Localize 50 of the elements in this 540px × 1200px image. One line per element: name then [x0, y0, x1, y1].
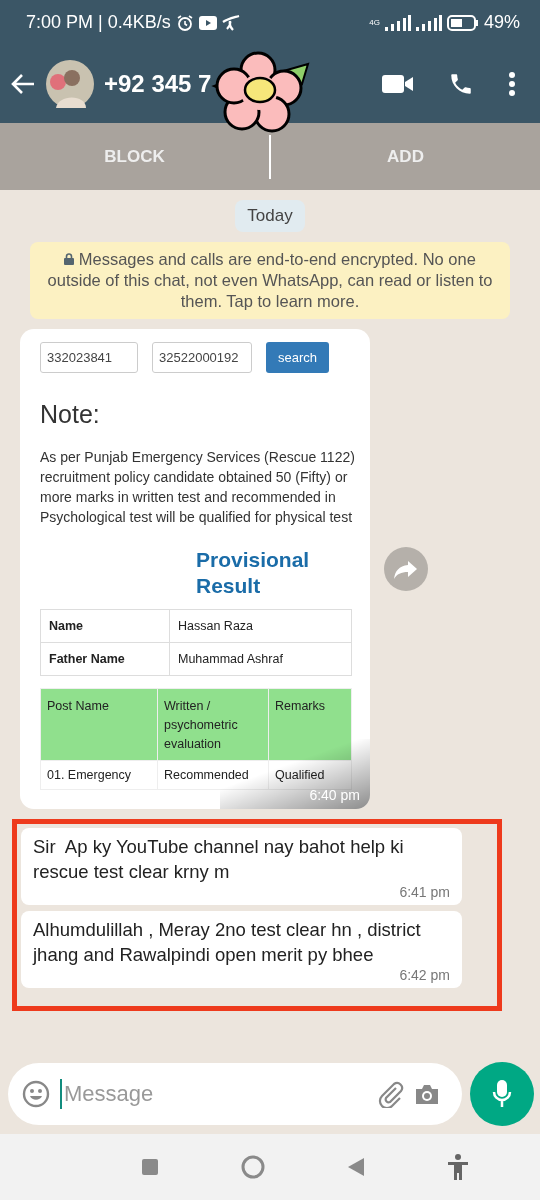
- contact-name[interactable]: +92 345 7: [104, 70, 212, 98]
- message-time: 6:42 pm: [399, 967, 450, 983]
- forward-icon[interactable]: [384, 547, 428, 591]
- carrier-icon: [221, 14, 240, 31]
- alarm-icon: [175, 13, 194, 32]
- table-cell: Qualified: [268, 760, 352, 790]
- camera-icon[interactable]: [414, 1083, 440, 1105]
- emoji-icon[interactable]: [22, 1080, 50, 1108]
- table-cell: Muhammad Ashraf: [169, 642, 352, 676]
- table-cell: Hassan Raza: [169, 609, 352, 643]
- table-cell: Recommended: [157, 760, 269, 790]
- search-button: search: [266, 342, 330, 373]
- date-chip: Today: [235, 200, 305, 232]
- more-options-icon[interactable]: [508, 72, 516, 96]
- microphone-icon: [492, 1079, 512, 1109]
- table-cell: Name: [40, 609, 170, 643]
- column-header: Post Name: [40, 688, 158, 761]
- signal-icon: [384, 14, 411, 31]
- phone-icon[interactable]: [448, 71, 474, 97]
- table-cell: Father Name: [40, 642, 170, 676]
- video-call-icon[interactable]: [382, 74, 414, 94]
- message-time: 6:40 pm: [309, 787, 360, 803]
- attach-icon[interactable]: [376, 1080, 404, 1108]
- video-play-icon: [198, 15, 217, 30]
- message-field[interactable]: Message: [8, 1063, 462, 1125]
- home-icon[interactable]: [240, 1155, 265, 1179]
- column-header: Remarks: [268, 688, 352, 761]
- recent-apps-icon[interactable]: [141, 1159, 158, 1175]
- message-text: Alhumdulillah , Meray 2no test clear hn , district jhang and Rawalpindi open merit py bhee: [33, 918, 422, 967]
- note-heading: Note:: [40, 400, 101, 429]
- encryption-notice[interactable]: Messages and calls are end-to-end encrypted. No one outside of this chat, not even WhatsApp, can read or listen to them. Tap to learn more.: [30, 242, 510, 319]
- battery-icon: [446, 14, 479, 31]
- lock-icon: [64, 253, 75, 265]
- status-time: 7:00 PM | 0.4KB/s: [26, 12, 171, 33]
- network-type: 4G: [369, 18, 380, 27]
- avatar[interactable]: [46, 60, 94, 108]
- input-field: 32522000192: [152, 342, 252, 373]
- table-cell: 01. Emergency: [40, 760, 158, 790]
- battery-level: 49%: [483, 12, 520, 33]
- input-field: 332023841: [40, 342, 138, 373]
- note-text: As per Punjab Emergency Services (Rescue 1122) recruitment policy candidate obtained 50 (Fifty) or more marks in written test and recommended in Psychological test will be qualified for physical test: [40, 448, 356, 527]
- signal-icon: [415, 14, 442, 31]
- back-icon[interactable]: [347, 1158, 364, 1176]
- result-title: Provisional Result: [196, 547, 311, 599]
- column-header: Written / psychometric evaluation: [157, 688, 269, 761]
- image-message[interactable]: [20, 329, 370, 809]
- back-arrow-icon[interactable]: [10, 73, 36, 95]
- message-text: Sir Ap ky YouTube channel nay bahot help ki rescue test clear krny m: [33, 835, 405, 884]
- accessibility-icon[interactable]: [446, 1154, 469, 1180]
- message-time: 6:41 pm: [399, 884, 450, 900]
